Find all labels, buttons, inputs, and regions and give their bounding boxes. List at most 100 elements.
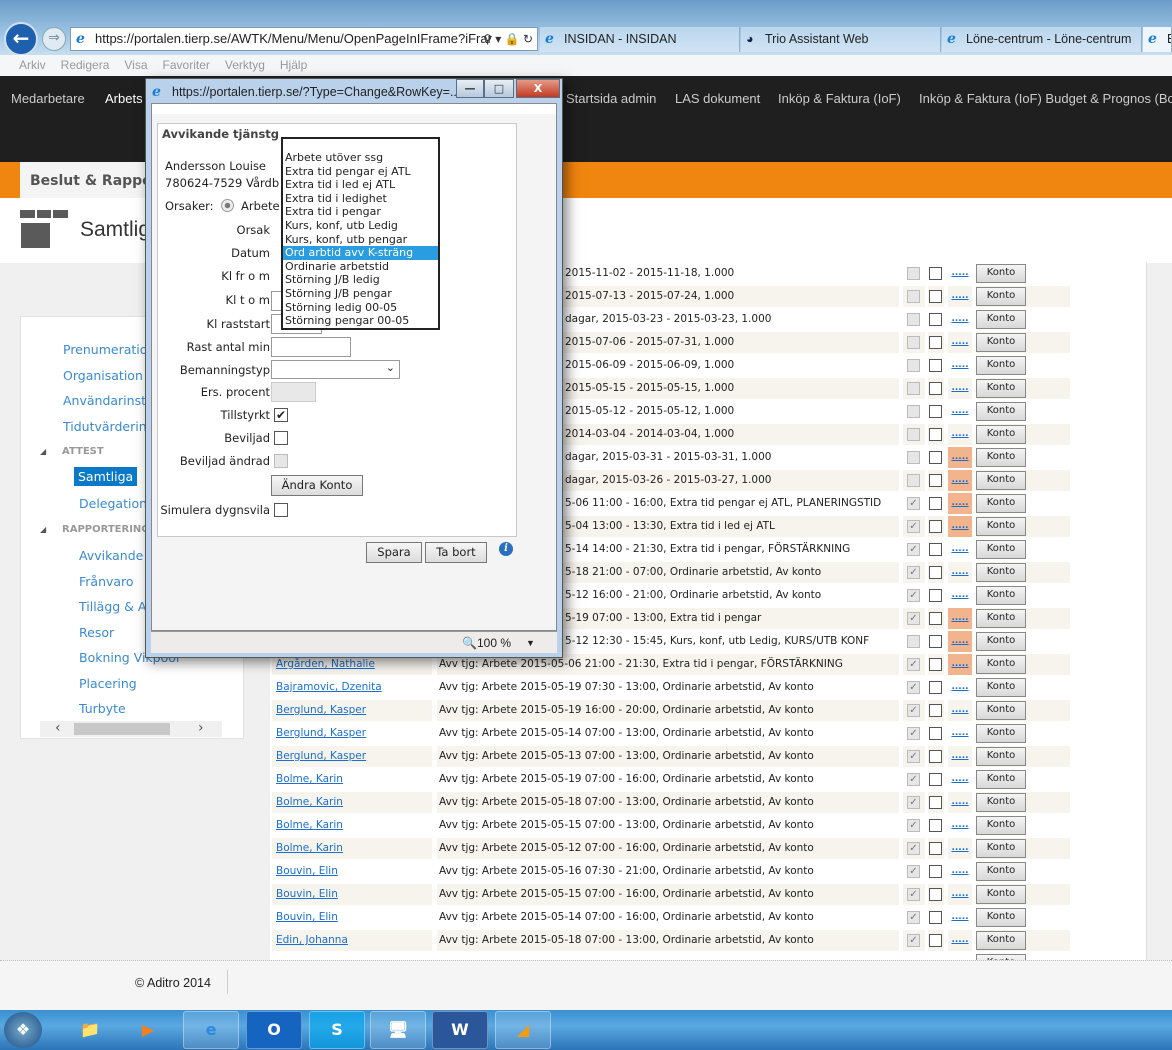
details-link[interactable]: ..... bbox=[948, 930, 972, 951]
details-link[interactable]: ..... bbox=[948, 263, 972, 284]
granted-checkbox[interactable] bbox=[929, 497, 942, 510]
konto-button[interactable]: Konto bbox=[976, 379, 1026, 398]
details-link[interactable]: ..... bbox=[948, 884, 972, 905]
orsak-option[interactable]: Kurs, konf, utb Ledig bbox=[283, 219, 438, 233]
sidebar-item-organisation[interactable]: Organisation bbox=[63, 368, 143, 383]
konto-button[interactable]: Konto bbox=[976, 471, 1026, 490]
details-link[interactable]: ..... bbox=[948, 792, 972, 813]
details-link[interactable]: ..... bbox=[948, 746, 972, 767]
collapse-triangle-icon[interactable]: ◢ bbox=[40, 447, 46, 456]
granted-checkbox[interactable] bbox=[929, 382, 942, 395]
sidebar-item-placering[interactable]: Placering bbox=[79, 676, 137, 691]
ie-taskbar-icon[interactable]: e bbox=[183, 1011, 239, 1049]
menu-favoriter[interactable]: Favoriter bbox=[163, 58, 210, 72]
start-button-icon[interactable]: ❖ bbox=[4, 1012, 42, 1048]
details-link[interactable]: ..... bbox=[948, 378, 972, 399]
orsak-option[interactable]: Störning ledig 00-05 bbox=[283, 301, 438, 315]
sidebar-item-turbyte[interactable]: Turbyte bbox=[79, 701, 126, 716]
info-icon[interactable]: i bbox=[499, 542, 513, 556]
bemanning-select[interactable]: ⌄ bbox=[271, 360, 400, 379]
employee-name-link[interactable]: Berglund, Kasper bbox=[272, 723, 432, 744]
orsak-option[interactable]: Extra tid i pengar bbox=[283, 205, 438, 219]
granted-checkbox[interactable] bbox=[929, 635, 942, 648]
employee-name-link[interactable]: Bouvin, Elin bbox=[272, 861, 432, 882]
konto-button[interactable]: Konto bbox=[976, 839, 1026, 858]
details-link[interactable]: ..... bbox=[948, 631, 972, 652]
details-link[interactable]: ..... bbox=[948, 309, 972, 330]
orsak-dropdown-list[interactable]: Arbete utöver ssg Extra tid pengar ej ATL… bbox=[281, 137, 440, 330]
konto-button[interactable]: Konto bbox=[976, 678, 1026, 697]
delete-button[interactable]: Ta bort bbox=[425, 542, 487, 563]
konto-button[interactable]: Konto bbox=[976, 264, 1026, 283]
orsak-option[interactable]: Kurs, konf, utb pengar bbox=[283, 233, 438, 247]
details-link[interactable]: ..... bbox=[948, 355, 972, 376]
orsak-option[interactable]: Extra tid i led ej ATL bbox=[283, 178, 438, 192]
sidebar-item-samtliga[interactable]: Samtliga bbox=[74, 467, 138, 486]
granted-checkbox[interactable] bbox=[929, 934, 942, 947]
granted-checkbox[interactable] bbox=[929, 842, 942, 855]
employee-name-link[interactable]: Bolme, Karin bbox=[272, 838, 432, 859]
granted-checkbox[interactable] bbox=[929, 359, 942, 372]
nav-inkop-faktura[interactable]: Inköp & Faktura (IoF) bbox=[778, 91, 901, 106]
sidebar-item-prenumeration[interactable]: Prenumeration bbox=[63, 342, 155, 357]
menu-verktyg[interactable]: Verktyg bbox=[225, 58, 265, 72]
granted-checkbox[interactable] bbox=[929, 589, 942, 602]
details-link[interactable]: ..... bbox=[948, 470, 972, 491]
remote-desktop-icon[interactable]: 🖥 bbox=[370, 1011, 426, 1049]
employee-name-link[interactable]: Edin, Johanna bbox=[272, 930, 432, 951]
konto-button[interactable]: Konto bbox=[976, 356, 1026, 375]
granted-checkbox[interactable] bbox=[929, 612, 942, 625]
nav-arbets[interactable]: Arbets bbox=[105, 91, 143, 106]
sidebar-item-franvaro[interactable]: Frånvaro bbox=[79, 574, 134, 589]
zoom-icon[interactable]: 🔍 bbox=[462, 632, 477, 654]
search-lock-refresh-icons[interactable]: ⚲ ▾ 🔒 ↻ bbox=[483, 28, 533, 50]
scrollbar-thumb[interactable] bbox=[74, 723, 170, 735]
granted-checkbox[interactable] bbox=[929, 451, 942, 464]
employee-name-link[interactable]: Bolme, Karin bbox=[272, 769, 432, 790]
granted-checkbox[interactable] bbox=[929, 267, 942, 280]
skype-icon[interactable]: S bbox=[309, 1011, 365, 1049]
details-link[interactable]: ..... bbox=[948, 493, 972, 514]
konto-button[interactable]: Konto bbox=[976, 632, 1026, 651]
employee-name-link[interactable]: Bolme, Karin bbox=[272, 792, 432, 813]
details-link[interactable]: ..... bbox=[948, 700, 972, 721]
konto-button[interactable]: Konto bbox=[976, 816, 1026, 835]
maximize-button[interactable]: □ bbox=[484, 79, 514, 98]
granted-checkbox[interactable] bbox=[929, 819, 942, 832]
beviljad-checkbox[interactable] bbox=[274, 431, 288, 445]
konto-button[interactable]: Konto bbox=[976, 908, 1026, 927]
konto-button[interactable]: Konto bbox=[976, 540, 1026, 559]
orsak-option[interactable]: Störning pengar 00-05 bbox=[283, 314, 438, 328]
tab-active[interactable]: eB bbox=[1143, 27, 1172, 52]
tab-insidan[interactable]: e INSIDAN - INSIDAN bbox=[540, 27, 740, 52]
orsak-option[interactable]: Ordinarie arbetstid bbox=[283, 260, 438, 274]
employee-name-link[interactable]: Bouvin, Elin bbox=[272, 907, 432, 928]
collapse-triangle-icon[interactable]: ◢ bbox=[40, 525, 46, 534]
employee-name-link[interactable]: Bolme, Karin bbox=[272, 815, 432, 836]
nav-inkop-budget[interactable]: Inköp & Faktura (IoF) Budget & Prognos (… bbox=[919, 91, 1172, 106]
nav-medarbetare[interactable]: Medarbetare bbox=[11, 91, 85, 106]
employee-name-link[interactable]: Bouvin, Elin bbox=[272, 884, 432, 905]
details-link[interactable]: ..... bbox=[948, 769, 972, 790]
konto-button[interactable]: Konto bbox=[976, 609, 1026, 628]
granted-checkbox[interactable] bbox=[929, 865, 942, 878]
sidebar-item-tillagg[interactable]: Tillägg & A bbox=[79, 599, 146, 614]
orsak-option[interactable]: Störning J/B ledig bbox=[283, 273, 438, 287]
granted-checkbox[interactable] bbox=[929, 313, 942, 326]
konto-button[interactable]: Konto bbox=[976, 724, 1026, 743]
konto-button[interactable]: Konto bbox=[976, 287, 1026, 306]
media-player-icon[interactable]: ▶ bbox=[120, 1011, 176, 1049]
menu-hjalp[interactable]: Hjälp bbox=[280, 58, 307, 72]
save-button[interactable]: Spara bbox=[366, 542, 422, 563]
konto-button[interactable]: Konto bbox=[976, 586, 1026, 605]
details-link[interactable]: ..... bbox=[948, 516, 972, 537]
konto-button[interactable]: Konto bbox=[976, 793, 1026, 812]
granted-checkbox[interactable] bbox=[929, 704, 942, 717]
sidebar-item-resor[interactable]: Resor bbox=[79, 625, 114, 640]
forward-button[interactable]: ⇒ bbox=[42, 27, 66, 51]
tab-lonecentrum[interactable]: e Löne-centrum - Löne-centrum bbox=[942, 27, 1142, 52]
orsak-option[interactable]: Arbete utöver ssg bbox=[283, 151, 438, 165]
zoom-level[interactable]: 100 % bbox=[477, 632, 511, 654]
details-link[interactable]: ..... bbox=[948, 539, 972, 560]
close-button[interactable]: X bbox=[516, 79, 560, 98]
